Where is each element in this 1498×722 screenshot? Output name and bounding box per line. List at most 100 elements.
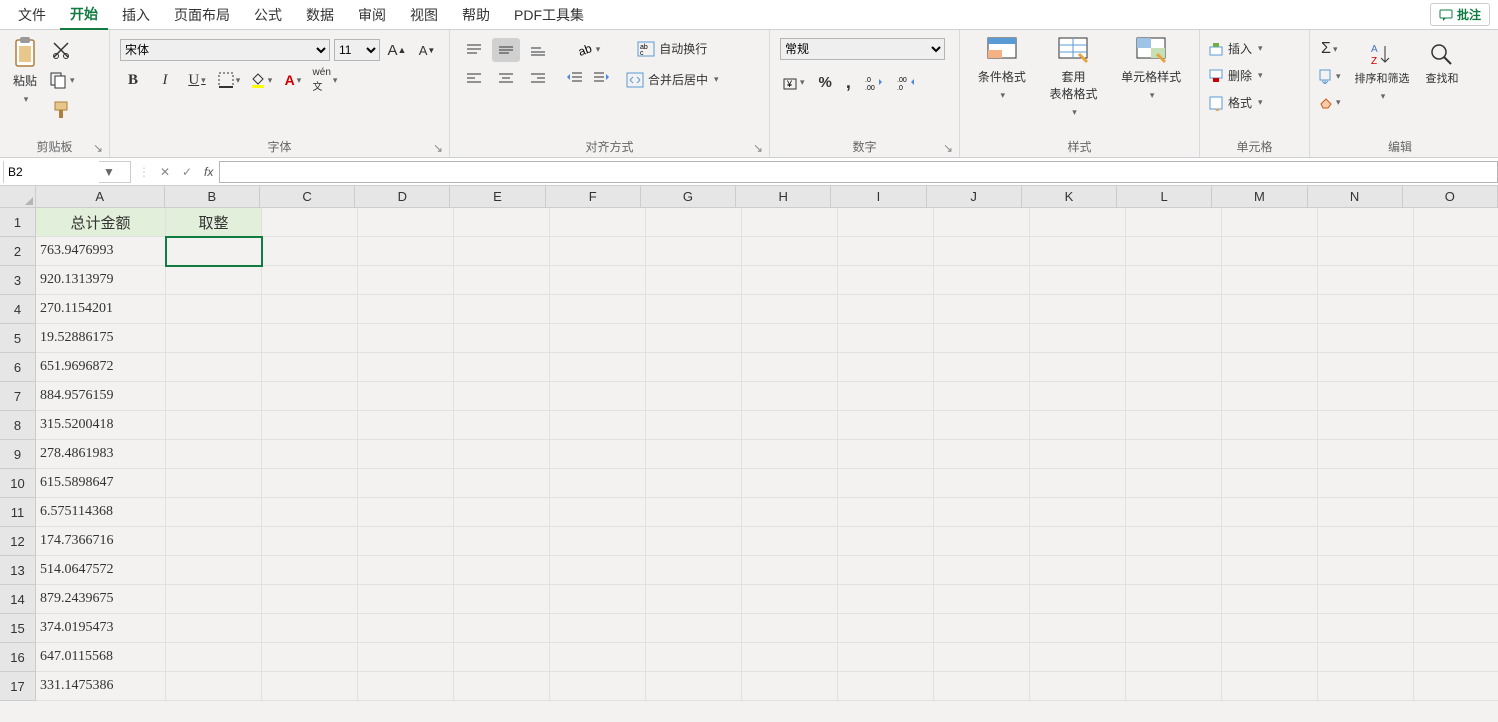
cell-M7[interactable]	[1222, 382, 1318, 411]
cell-A1[interactable]: 总计金额	[36, 208, 166, 237]
cell-E10[interactable]	[454, 469, 550, 498]
cell-G8[interactable]	[646, 411, 742, 440]
cell-F11[interactable]	[550, 498, 646, 527]
cell-A7[interactable]: 884.9576159	[36, 382, 166, 411]
phonetic-button[interactable]: wén文	[312, 68, 338, 92]
cell-N5[interactable]	[1318, 324, 1414, 353]
cell-D3[interactable]	[358, 266, 454, 295]
clipboard-launcher[interactable]: ↘	[93, 141, 105, 153]
cell-H17[interactable]	[742, 672, 838, 701]
cell-K9[interactable]	[1030, 440, 1126, 469]
row-header-6[interactable]: 6	[0, 353, 36, 382]
shrink-font-button[interactable]: A▼	[414, 38, 440, 62]
cell-J13[interactable]	[934, 556, 1030, 585]
cell-C3[interactable]	[262, 266, 358, 295]
cell-H13[interactable]	[742, 556, 838, 585]
cell-K8[interactable]	[1030, 411, 1126, 440]
cell-I9[interactable]	[838, 440, 934, 469]
row-header-4[interactable]: 4	[0, 295, 36, 324]
cell-G15[interactable]	[646, 614, 742, 643]
cell-B7[interactable]	[166, 382, 262, 411]
cell-O9[interactable]	[1414, 440, 1498, 469]
cell-L5[interactable]	[1126, 324, 1222, 353]
cell-D10[interactable]	[358, 469, 454, 498]
cell-M10[interactable]	[1222, 469, 1318, 498]
ribbon-tab-3[interactable]: 页面布局	[164, 1, 240, 29]
cell-B13[interactable]	[166, 556, 262, 585]
cell-K5[interactable]	[1030, 324, 1126, 353]
cell-K16[interactable]	[1030, 643, 1126, 672]
cell-J14[interactable]	[934, 585, 1030, 614]
cell-F13[interactable]	[550, 556, 646, 585]
cell-N13[interactable]	[1318, 556, 1414, 585]
cell-I16[interactable]	[838, 643, 934, 672]
cell-E8[interactable]	[454, 411, 550, 440]
fx-icon[interactable]: fx	[198, 165, 219, 179]
cell-N12[interactable]	[1318, 527, 1414, 556]
paste-button[interactable]: 粘贴	[6, 32, 44, 105]
col-header-C[interactable]: C	[260, 186, 355, 208]
cell-N4[interactable]	[1318, 295, 1414, 324]
cell-J15[interactable]	[934, 614, 1030, 643]
cell-D7[interactable]	[358, 382, 454, 411]
cell-B11[interactable]	[166, 498, 262, 527]
cut-button[interactable]	[46, 38, 77, 62]
decrease-decimal[interactable]: .00.0	[895, 70, 917, 95]
col-header-M[interactable]: M	[1212, 186, 1307, 208]
cell-H15[interactable]	[742, 614, 838, 643]
cell-M5[interactable]	[1222, 324, 1318, 353]
cell-E3[interactable]	[454, 266, 550, 295]
ribbon-tab-0[interactable]: 文件	[8, 1, 56, 29]
cell-N11[interactable]	[1318, 498, 1414, 527]
cell-L3[interactable]	[1126, 266, 1222, 295]
cell-K14[interactable]	[1030, 585, 1126, 614]
underline-button[interactable]: U	[184, 68, 210, 92]
cell-G9[interactable]	[646, 440, 742, 469]
cell-B15[interactable]	[166, 614, 262, 643]
cell-A16[interactable]: 647.0115568	[36, 643, 166, 672]
cell-H10[interactable]	[742, 469, 838, 498]
cell-F3[interactable]	[550, 266, 646, 295]
fill-button[interactable]	[1316, 66, 1343, 86]
cell-K4[interactable]	[1030, 295, 1126, 324]
cell-J17[interactable]	[934, 672, 1030, 701]
cell-G1[interactable]	[646, 208, 742, 237]
number-format-select[interactable]: 常规	[780, 38, 945, 60]
cell-H7[interactable]	[742, 382, 838, 411]
font-color-button[interactable]: A	[280, 68, 306, 92]
cell-C10[interactable]	[262, 469, 358, 498]
wrap-text-button[interactable]: abc自动换行	[624, 38, 721, 59]
cell-L16[interactable]	[1126, 643, 1222, 672]
cell-N10[interactable]	[1318, 469, 1414, 498]
cell-D8[interactable]	[358, 411, 454, 440]
ribbon-tab-2[interactable]: 插入	[112, 1, 160, 29]
cell-A5[interactable]: 19.52886175	[36, 324, 166, 353]
cell-H3[interactable]	[742, 266, 838, 295]
font-launcher[interactable]: ↘	[433, 141, 445, 153]
cell-A13[interactable]: 514.0647572	[36, 556, 166, 585]
cell-H9[interactable]	[742, 440, 838, 469]
name-box-input[interactable]	[4, 161, 99, 183]
cell-L15[interactable]	[1126, 614, 1222, 643]
cell-M3[interactable]	[1222, 266, 1318, 295]
cell-M16[interactable]	[1222, 643, 1318, 672]
font-name-select[interactable]: 宋体	[120, 39, 330, 61]
cell-E9[interactable]	[454, 440, 550, 469]
align-top[interactable]	[460, 38, 488, 62]
cell-L8[interactable]	[1126, 411, 1222, 440]
format-painter-button[interactable]	[46, 98, 77, 122]
cell-A15[interactable]: 374.0195473	[36, 614, 166, 643]
delete-cells-button[interactable]: 删除	[1206, 65, 1265, 86]
row-header-8[interactable]: 8	[0, 411, 36, 440]
col-header-K[interactable]: K	[1022, 186, 1117, 208]
cell-J11[interactable]	[934, 498, 1030, 527]
cell-E16[interactable]	[454, 643, 550, 672]
cell-H14[interactable]	[742, 585, 838, 614]
copy-button[interactable]	[46, 68, 77, 92]
cell-M17[interactable]	[1222, 672, 1318, 701]
cell-J1[interactable]	[934, 208, 1030, 237]
cell-N2[interactable]	[1318, 237, 1414, 266]
cell-K3[interactable]	[1030, 266, 1126, 295]
cell-L4[interactable]	[1126, 295, 1222, 324]
cell-E5[interactable]	[454, 324, 550, 353]
